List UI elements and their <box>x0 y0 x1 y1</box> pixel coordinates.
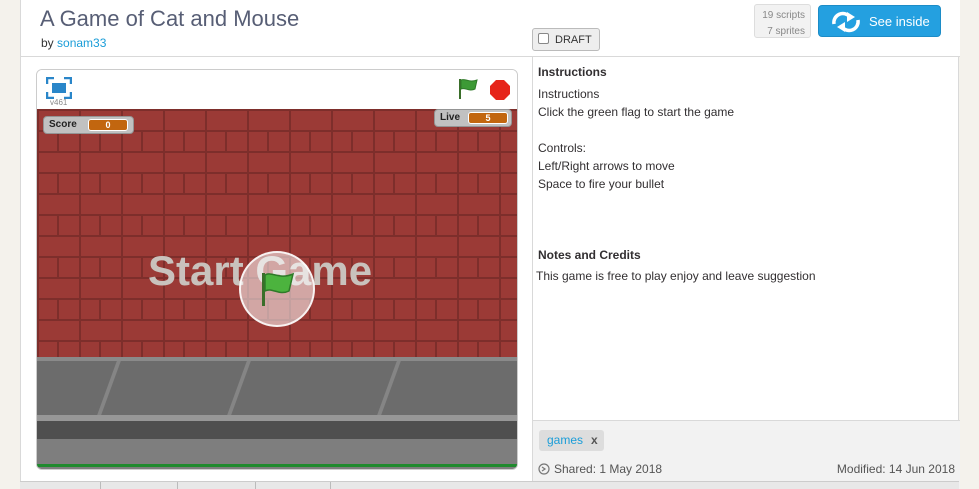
draft-label: DRAFT <box>555 34 592 46</box>
draft-checkbox[interactable] <box>538 33 549 44</box>
instructions-line: Instructions <box>538 87 600 101</box>
ground-line <box>37 464 517 467</box>
share-icon <box>538 463 550 475</box>
start-overlay-button[interactable] <box>239 251 315 327</box>
score-label: Score <box>49 119 77 130</box>
byline: by sonam33 <box>41 36 106 50</box>
project-page: A Game of Cat and Mouse by sonam33 DRAFT… <box>20 0 960 489</box>
floor-seam <box>227 361 251 415</box>
project-stats: 19 scripts 7 sprites <box>754 4 811 38</box>
score-value: 0 <box>88 119 128 131</box>
draft-toggle[interactable]: DRAFT <box>532 28 600 51</box>
floor-edge <box>37 357 517 361</box>
player-controls: v461 <box>37 70 517 109</box>
tab-divider <box>330 482 331 489</box>
fullscreen-icon[interactable] <box>46 77 72 99</box>
floor-seam <box>97 361 121 415</box>
tab-divider <box>255 482 256 489</box>
floor-seam <box>377 361 401 415</box>
tag-name[interactable]: games <box>547 433 583 447</box>
bottom-tab-strip <box>20 481 959 489</box>
project-title: A Game of Cat and Mouse <box>40 6 300 31</box>
project-player: v461 Score 0 Live 5 Start Game <box>36 69 518 470</box>
see-inside-button[interactable]: See inside <box>818 5 941 37</box>
floor-backdrop <box>37 357 517 469</box>
author-link[interactable]: sonam33 <box>57 36 106 50</box>
project-header: A Game of Cat and Mouse by sonam33 DRAFT… <box>21 0 960 57</box>
floor-shadow <box>37 421 517 439</box>
tag-chip[interactable]: games x <box>539 430 604 451</box>
shared-date-text: Shared: 1 May 2018 <box>554 462 663 476</box>
instructions-heading: Instructions <box>538 65 607 79</box>
tags-footer: games x Shared: 1 May 2018 Modified: 14 J… <box>533 420 960 489</box>
project-stage[interactable]: Score 0 Live 5 Start Game <box>37 109 517 469</box>
score-monitor: Score 0 <box>43 116 134 134</box>
remix-arrows-icon <box>832 11 860 33</box>
sprites-count: 7 sprites <box>767 26 805 37</box>
instructions-line: Space to fire your bullet <box>538 177 665 191</box>
tab-divider <box>177 482 178 489</box>
live-label: Live <box>440 112 461 123</box>
instructions-line: Controls: <box>538 141 587 155</box>
notes-body: This game is free to play enjoy and leav… <box>536 269 816 283</box>
remove-tag-button[interactable]: x <box>591 433 598 447</box>
see-inside-label: See inside <box>869 14 930 29</box>
by-label: by <box>41 36 54 50</box>
instructions-line: Click the green flag to start the game <box>538 105 735 119</box>
instructions-line: Left/Right arrows to move <box>538 159 675 173</box>
modified-date: Modified: 14 Jun 2018 <box>836 462 955 476</box>
instructions-line <box>538 121 734 139</box>
project-info-panel: Instructions Instructions Click the gree… <box>532 57 960 489</box>
tab-divider <box>100 482 101 489</box>
scripts-count: 19 scripts <box>762 10 805 21</box>
live-value: 5 <box>468 112 508 124</box>
shared-date: Shared: 1 May 2018 <box>538 462 662 476</box>
notes-heading: Notes and Credits <box>538 248 641 262</box>
live-monitor: Live 5 <box>434 109 512 127</box>
green-flag-icon[interactable] <box>456 78 480 100</box>
instructions-body: Instructions Click the green flag to sta… <box>538 85 734 193</box>
green-flag-icon <box>262 272 295 306</box>
player-version: v461 <box>50 98 68 107</box>
stop-sign-icon[interactable] <box>489 79 511 101</box>
